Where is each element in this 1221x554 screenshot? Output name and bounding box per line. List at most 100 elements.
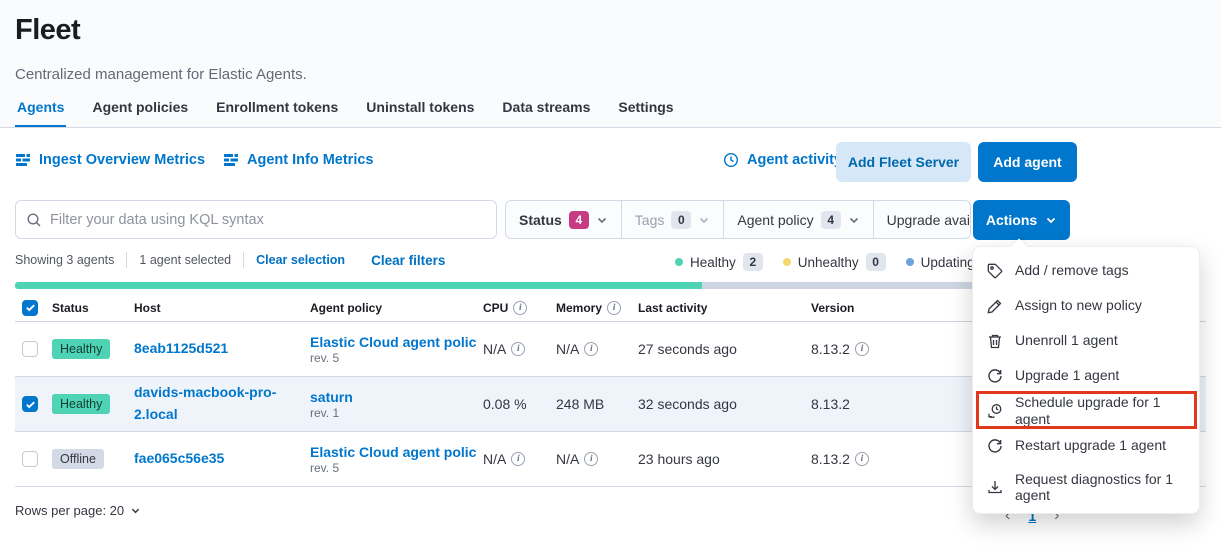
tab-agents[interactable]: Agents [15, 91, 66, 127]
page-subtitle: Centralized management for Elastic Agent… [15, 66, 307, 83]
tags-filter-count: 0 [671, 211, 691, 229]
toolbar: Ingest Overview Metrics Agent Info Metri… [15, 142, 1206, 182]
memory-value: N/A [556, 341, 579, 357]
menu-item-label: Add / remove tags [1015, 262, 1129, 278]
host-link[interactable]: 8eab1125d521 [134, 338, 228, 360]
memory-value: N/A [556, 451, 579, 467]
rows-per-page-label: Rows per page: 20 [15, 503, 124, 518]
ingest-overview-metrics-link[interactable]: Ingest Overview Metrics [15, 152, 205, 168]
unhealthy-dot-icon [783, 258, 791, 266]
kql-search-box[interactable] [15, 200, 497, 239]
host-link[interactable]: fae065c56e35 [134, 448, 224, 470]
status-badge: Healthy [52, 394, 110, 414]
column-header-cpu[interactable]: CPUi [483, 301, 556, 315]
search-icon [26, 212, 42, 228]
info-icon[interactable]: i [584, 452, 598, 466]
menu-item-add-remove-tags[interactable]: Add / remove tags [973, 253, 1199, 288]
clock-schedule-icon [987, 403, 1003, 419]
agent-info-metrics-link[interactable]: Agent Info Metrics [223, 152, 373, 168]
column-header-status[interactable]: Status [52, 301, 134, 315]
menu-item-unenroll-agent[interactable]: Unenroll 1 agent [973, 323, 1199, 358]
agent-policy-link[interactable]: saturn [310, 389, 353, 405]
tags-filter-label: Tags [635, 212, 665, 228]
add-fleet-server-button[interactable]: Add Fleet Server [836, 142, 971, 182]
policy-revision: rev. 5 [310, 351, 339, 365]
cpu-value: N/A [483, 451, 506, 467]
divider [243, 252, 244, 268]
version-value: 8.13.2 [811, 341, 850, 357]
bar-chart-icon [15, 152, 31, 168]
status-filter[interactable]: Status 4 [506, 201, 622, 238]
column-header-last-activity[interactable]: Last activity [638, 301, 811, 315]
kql-search-input[interactable] [50, 212, 486, 228]
filter-group: Status 4 Tags 0 Agent policy 4 Upgrade a… [505, 200, 971, 239]
trash-icon [987, 333, 1003, 349]
tab-agent-policies[interactable]: Agent policies [90, 91, 190, 127]
column-header-policy[interactable]: Agent policy [310, 301, 483, 315]
tab-enrollment-tokens[interactable]: Enrollment tokens [214, 91, 340, 127]
row-checkbox[interactable] [22, 341, 38, 357]
agent-policy-filter-count: 4 [821, 211, 841, 229]
actions-button[interactable]: Actions [973, 200, 1070, 240]
health-bar-healthy-segment [15, 282, 702, 289]
status-filter-label: Status [519, 212, 562, 228]
select-all-checkbox[interactable] [22, 300, 38, 316]
chevron-down-icon [130, 505, 141, 516]
row-checkbox[interactable] [22, 451, 38, 467]
showing-agents-text: Showing 3 agents [15, 253, 114, 267]
status-badge: Healthy [52, 339, 110, 359]
info-icon[interactable]: i [511, 452, 525, 466]
legend-updating-label: Updating [921, 255, 975, 270]
last-activity-value: 32 seconds ago [638, 396, 811, 412]
healthy-dot-icon [675, 258, 683, 266]
chevron-down-icon [848, 214, 860, 226]
menu-item-label: Request diagnostics for 1 agent [1015, 471, 1185, 503]
info-icon[interactable]: i [513, 301, 527, 315]
fleet-page: Fleet Centralized management for Elastic… [0, 0, 1221, 554]
clear-selection-link[interactable]: Clear selection [256, 253, 345, 267]
column-header-host[interactable]: Host [134, 301, 310, 315]
upgrade-available-filter[interactable]: Upgrade available [874, 201, 971, 238]
actions-button-label: Actions [986, 212, 1037, 228]
cpu-value: 0.08 % [483, 396, 556, 412]
info-icon[interactable]: i [607, 301, 621, 315]
info-icon[interactable]: i [584, 342, 598, 356]
clear-filters-link[interactable]: Clear filters [371, 253, 445, 268]
legend-healthy-label: Healthy [690, 255, 736, 270]
upgrade-available-label: Upgrade available [887, 212, 971, 228]
tab-uninstall-tokens[interactable]: Uninstall tokens [364, 91, 476, 127]
tab-settings[interactable]: Settings [616, 91, 675, 127]
tags-filter[interactable]: Tags 0 [622, 201, 725, 238]
page-title: Fleet [15, 14, 80, 47]
tab-data-streams[interactable]: Data streams [500, 91, 592, 127]
menu-item-label: Restart upgrade 1 agent [1015, 437, 1166, 453]
agent-activity-link[interactable]: Agent activity [723, 152, 842, 168]
tab-bar: Agents Agent policies Enrollment tokens … [15, 91, 676, 127]
version-value: 8.13.2 [811, 451, 850, 467]
agent-info-metrics-label: Agent Info Metrics [247, 152, 373, 168]
menu-item-upgrade-agent[interactable]: Upgrade 1 agent [973, 358, 1199, 393]
policy-revision: rev. 5 [310, 461, 339, 475]
row-checkbox[interactable] [22, 396, 38, 412]
clock-icon [723, 152, 739, 168]
menu-item-request-diagnostics[interactable]: Request diagnostics for 1 agent [973, 463, 1199, 511]
column-header-memory[interactable]: Memoryi [556, 301, 638, 315]
legend-unhealthy-label: Unhealthy [798, 255, 859, 270]
chevron-down-icon [596, 214, 608, 226]
agent-activity-label: Agent activity [747, 152, 842, 168]
info-icon[interactable]: i [511, 342, 525, 356]
add-agent-button[interactable]: Add agent [978, 142, 1077, 182]
agent-policy-filter[interactable]: Agent policy 4 [724, 201, 873, 238]
info-icon[interactable]: i [855, 342, 869, 356]
agent-policy-link[interactable]: Elastic Cloud agent policy [310, 444, 477, 460]
info-icon[interactable]: i [855, 452, 869, 466]
menu-item-schedule-upgrade[interactable]: Schedule upgrade for 1 agent [973, 393, 1199, 428]
menu-item-label: Unenroll 1 agent [1015, 332, 1118, 348]
menu-item-restart-upgrade[interactable]: Restart upgrade 1 agent [973, 428, 1199, 463]
host-link[interactable]: davids-macbook-pro-2.local [134, 382, 304, 425]
agent-health-legend: Healthy 2 Unhealthy 0 Updating 0 [675, 253, 1002, 271]
menu-item-label: Assign to new policy [1015, 297, 1142, 313]
ingest-overview-metrics-label: Ingest Overview Metrics [39, 152, 205, 168]
agent-policy-link[interactable]: Elastic Cloud agent policy [310, 334, 477, 350]
menu-item-assign-to-new-policy[interactable]: Assign to new policy [973, 288, 1199, 323]
